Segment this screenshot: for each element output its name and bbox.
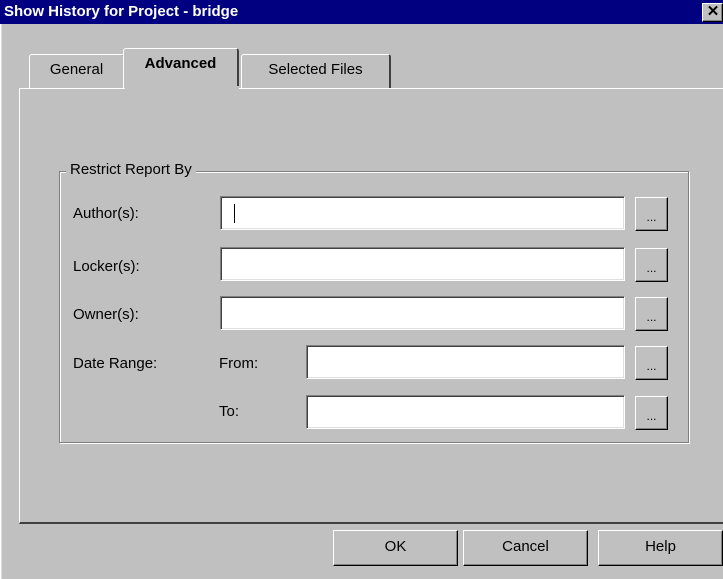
- tab-selected-files-label: Selected Files: [268, 61, 363, 78]
- active-tab-join: [125, 86, 239, 90]
- tab-panel-advanced: [19, 88, 723, 524]
- window-frame: [0, 24, 2, 579]
- close-icon: ✕: [706, 3, 720, 20]
- tab-selected-files[interactable]: Selected Files: [241, 54, 391, 88]
- group-legend: Restrict Report By: [66, 161, 196, 178]
- tab-general[interactable]: General: [29, 54, 125, 88]
- tab-advanced-label: Advanced: [144, 55, 217, 72]
- tab-advanced[interactable]: Advanced: [123, 48, 239, 88]
- help-button[interactable]: Help: [598, 530, 723, 566]
- cancel-button[interactable]: Cancel: [463, 530, 588, 566]
- close-button[interactable]: ✕: [702, 3, 723, 22]
- window-title: Show History for Project - bridge: [4, 3, 239, 20]
- ok-button[interactable]: OK: [333, 530, 458, 566]
- tab-general-label: General: [49, 61, 104, 78]
